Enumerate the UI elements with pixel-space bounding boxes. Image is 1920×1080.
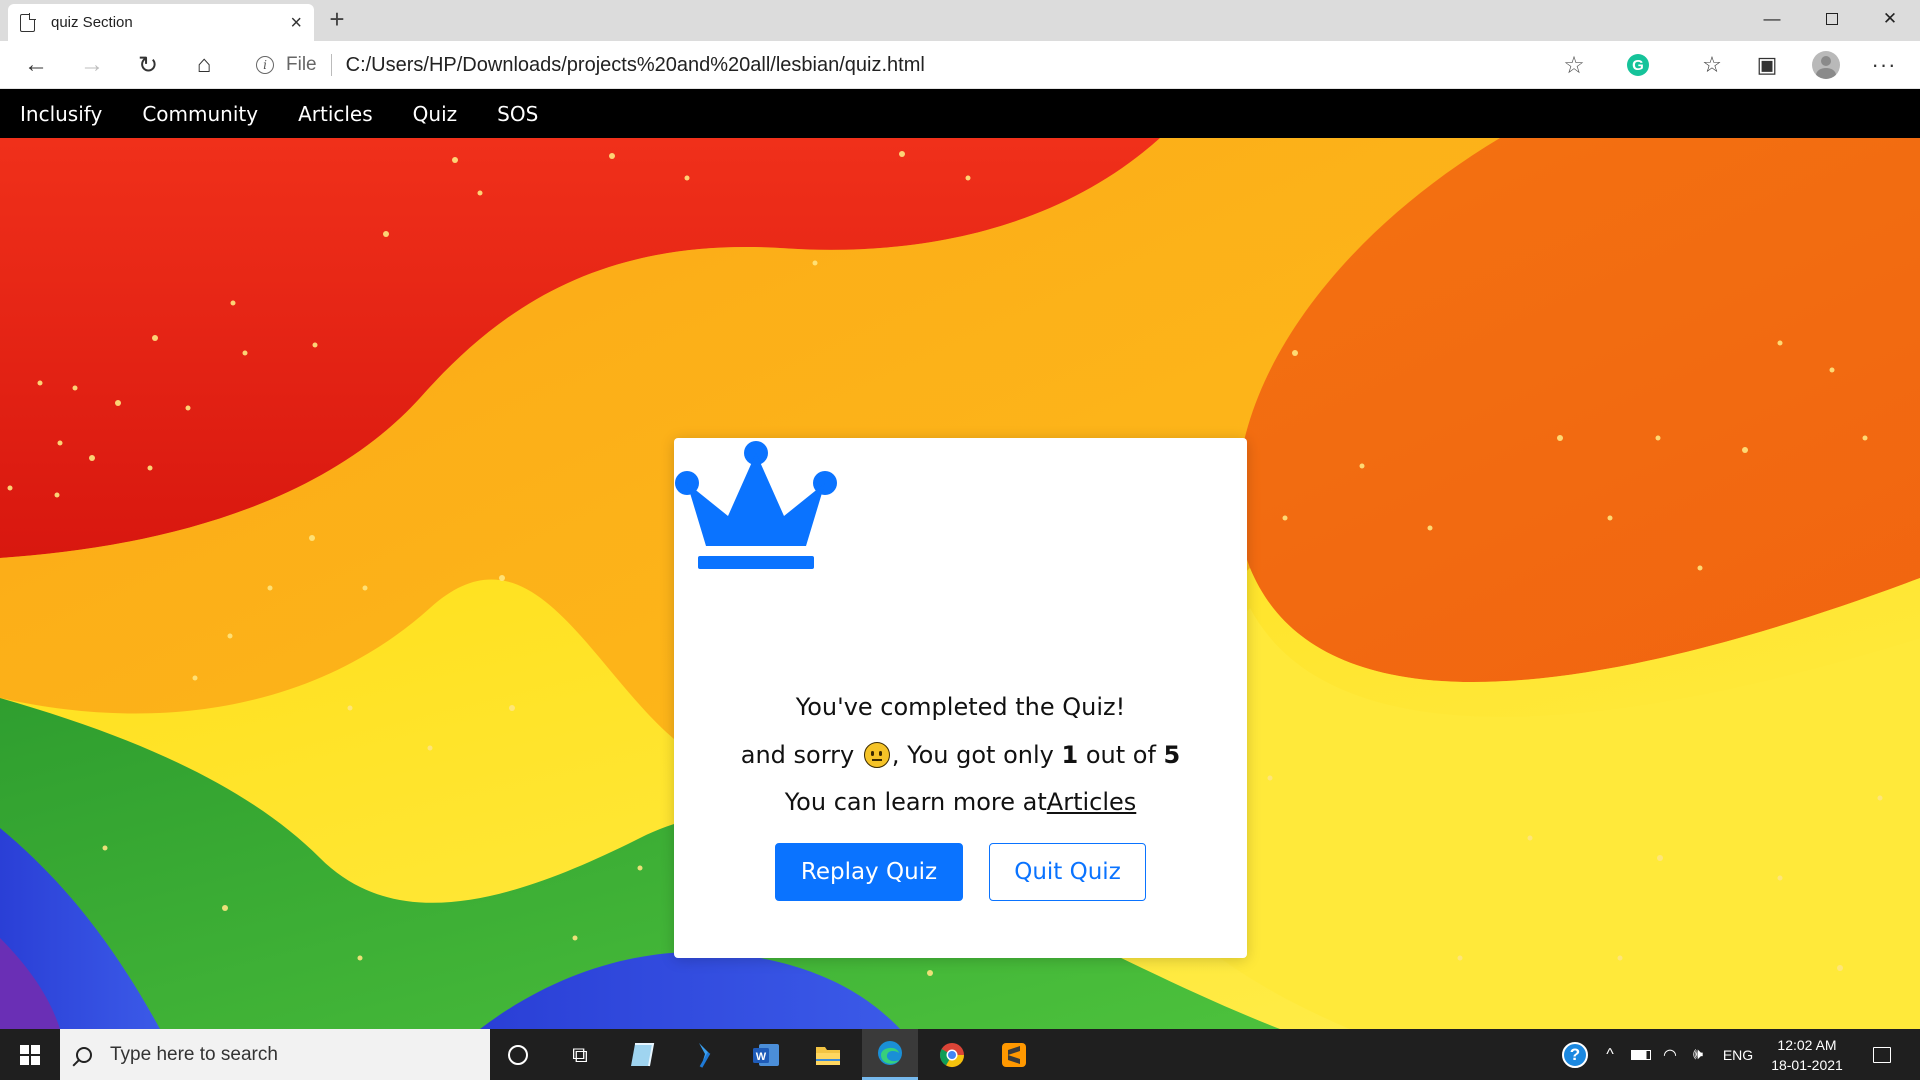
- info-icon[interactable]: i: [256, 56, 274, 74]
- collections-button[interactable]: ▣: [1749, 47, 1785, 83]
- wifi-icon[interactable]: ◠: [1658, 1029, 1682, 1080]
- nav-link-sos[interactable]: SOS: [497, 102, 538, 126]
- taskbar-search-box[interactable]: Type here to search: [60, 1029, 490, 1080]
- tab-title: quiz Section: [51, 14, 133, 31]
- browser-toolbar: ← → ↻ ⌂ i File C:/Users/HP/Downloads/pro…: [0, 41, 1920, 89]
- neutral-face-emoji-icon: [863, 742, 890, 768]
- volume-icon[interactable]: 🕪: [1686, 1029, 1710, 1080]
- nav-link-inclusify[interactable]: Inclusify: [20, 102, 102, 126]
- learn-more-line: You can learn more atArticles: [674, 788, 1247, 816]
- start-button[interactable]: [0, 1029, 60, 1080]
- new-tab-button[interactable]: +: [322, 4, 352, 34]
- task-view-button[interactable]: ⧉: [552, 1029, 608, 1080]
- battery-icon: [1631, 1049, 1651, 1060]
- notification-icon: [1873, 1046, 1891, 1063]
- folder-icon: [816, 1046, 840, 1065]
- clock-time: 12:02 AM: [1777, 1036, 1837, 1053]
- quiz-result-card: You've completed the Quiz! and sorry , Y…: [674, 438, 1247, 958]
- score-total: 5: [1163, 741, 1181, 769]
- restore-button[interactable]: [1804, 0, 1860, 38]
- crown-icon: [675, 441, 837, 569]
- quit-quiz-button[interactable]: Quit Quiz: [989, 843, 1146, 901]
- app-icon: [631, 1042, 655, 1066]
- replay-quiz-button[interactable]: Replay Quiz: [775, 843, 963, 901]
- cortana-button[interactable]: [490, 1029, 546, 1080]
- windows-logo-icon: [20, 1044, 40, 1065]
- avatar: [1812, 51, 1840, 79]
- address-url[interactable]: C:/Users/HP/Downloads/projects%20and%20a…: [346, 54, 925, 77]
- home-button[interactable]: ⌂: [186, 47, 222, 83]
- score-mid-text: , You got only: [891, 741, 1054, 769]
- browser-tab[interactable]: quiz Section ×: [8, 4, 314, 41]
- browser-tab-strip: quiz Section × + — ✕: [0, 0, 1920, 41]
- cortana-icon: [508, 1044, 528, 1065]
- address-scheme-label: File: [286, 54, 332, 76]
- taskbar-app-2[interactable]: [676, 1029, 732, 1080]
- minimize-button[interactable]: —: [1744, 0, 1800, 38]
- result-title: You've completed the Quiz!: [795, 693, 1126, 721]
- back-button[interactable]: ←: [18, 47, 54, 83]
- learn-more-text: You can learn more at: [784, 788, 1047, 816]
- more-menu-button[interactable]: ···: [1866, 47, 1902, 83]
- articles-link[interactable]: Articles: [1047, 788, 1137, 816]
- address-bar[interactable]: i File C:/Users/HP/Downloads/projects%20…: [240, 47, 1592, 83]
- taskbar: Type here to search ⧉ W ? ^ ◠ 🕪 ENG 12:0…: [0, 1029, 1920, 1080]
- site-navbar: Inclusify Community Articles Quiz SOS: [0, 89, 1920, 138]
- rainbow-background: You've completed the Quiz! and sorry , Y…: [0, 138, 1920, 1029]
- reload-button[interactable]: ↻: [130, 47, 166, 83]
- taskbar-chrome[interactable]: [924, 1029, 980, 1080]
- score-prefix-text: and sorry: [740, 741, 855, 769]
- restore-icon: [1826, 13, 1838, 25]
- battery-tray-button[interactable]: [1628, 1029, 1654, 1080]
- sublime-text-icon: [1002, 1042, 1026, 1067]
- search-placeholder: Type here to search: [110, 1043, 278, 1065]
- taskbar-app-1[interactable]: [614, 1029, 670, 1080]
- svg-text:W: W: [756, 1051, 767, 1063]
- help-tray-button[interactable]: ?: [1560, 1029, 1590, 1080]
- notifications-button[interactable]: [1862, 1029, 1902, 1080]
- nav-link-community[interactable]: Community: [142, 102, 258, 126]
- forward-button[interactable]: →: [74, 47, 110, 83]
- taskbar-file-explorer[interactable]: [800, 1029, 856, 1080]
- search-icon: [76, 1046, 92, 1063]
- clock[interactable]: 12:02 AM 18-01-2021: [1762, 1029, 1852, 1080]
- grammarly-icon: G: [1627, 54, 1649, 76]
- profile-button[interactable]: [1808, 47, 1844, 83]
- chrome-icon: [939, 1042, 964, 1067]
- clock-date: 18-01-2021: [1771, 1056, 1843, 1073]
- nav-link-quiz[interactable]: Quiz: [413, 102, 457, 126]
- close-tab-icon[interactable]: ×: [290, 13, 302, 33]
- result-score-line: and sorry , You got only 1 out of 5: [674, 741, 1247, 769]
- score-out-of-text: out of: [1085, 741, 1156, 769]
- visual-studio-icon: [699, 1042, 711, 1068]
- page-icon: [20, 12, 36, 32]
- language-indicator[interactable]: ENG: [1718, 1029, 1758, 1080]
- nav-link-articles[interactable]: Articles: [298, 102, 373, 126]
- show-hidden-icons-button[interactable]: ^: [1598, 1029, 1622, 1080]
- score-value: 1: [1061, 741, 1079, 769]
- help-icon: ?: [1562, 1041, 1588, 1068]
- page-viewport: Inclusify Community Articles Quiz SOS Yo…: [0, 89, 1920, 1029]
- grammarly-extension-button[interactable]: G: [1620, 47, 1656, 83]
- taskbar-edge[interactable]: [862, 1029, 918, 1080]
- favorites-button[interactable]: ☆: [1694, 47, 1730, 83]
- taskbar-sublime-text[interactable]: [986, 1029, 1042, 1080]
- word-icon: W: [753, 1043, 779, 1066]
- taskbar-word[interactable]: W: [738, 1029, 794, 1080]
- close-window-button[interactable]: ✕: [1862, 0, 1918, 38]
- edge-icon: [878, 1041, 902, 1065]
- star-icon[interactable]: ☆: [1556, 47, 1592, 83]
